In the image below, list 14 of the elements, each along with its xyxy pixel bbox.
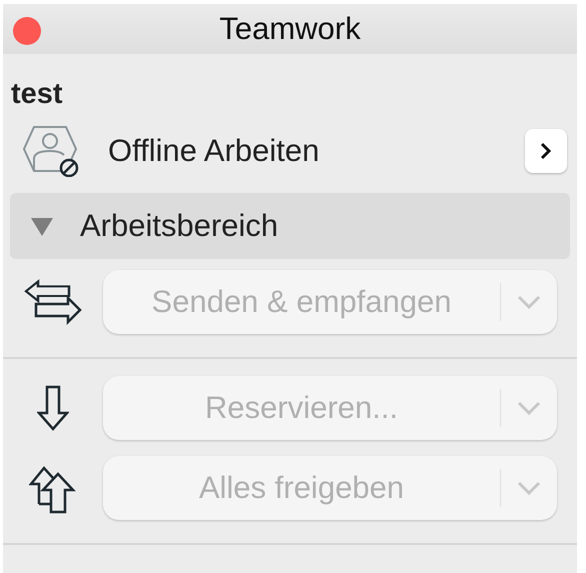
section-title: Arbeitsbereich	[80, 206, 278, 245]
swap-arrows-icon	[24, 278, 82, 326]
forward-button[interactable]	[525, 129, 567, 173]
chevron-down-icon	[517, 481, 541, 495]
user-blocked-icon	[20, 125, 80, 177]
down-arrow-icon	[37, 385, 69, 431]
chevron-down-icon	[517, 401, 541, 415]
offline-label: Offline Arbeiten	[108, 132, 320, 170]
project-name: test	[11, 77, 63, 112]
close-button[interactable]	[13, 17, 41, 45]
chevron-right-icon	[540, 142, 552, 160]
window-title: Teamwork	[219, 10, 361, 48]
chevron-down-icon	[517, 295, 541, 309]
section-header[interactable]: Arbeitsbereich	[10, 193, 570, 259]
